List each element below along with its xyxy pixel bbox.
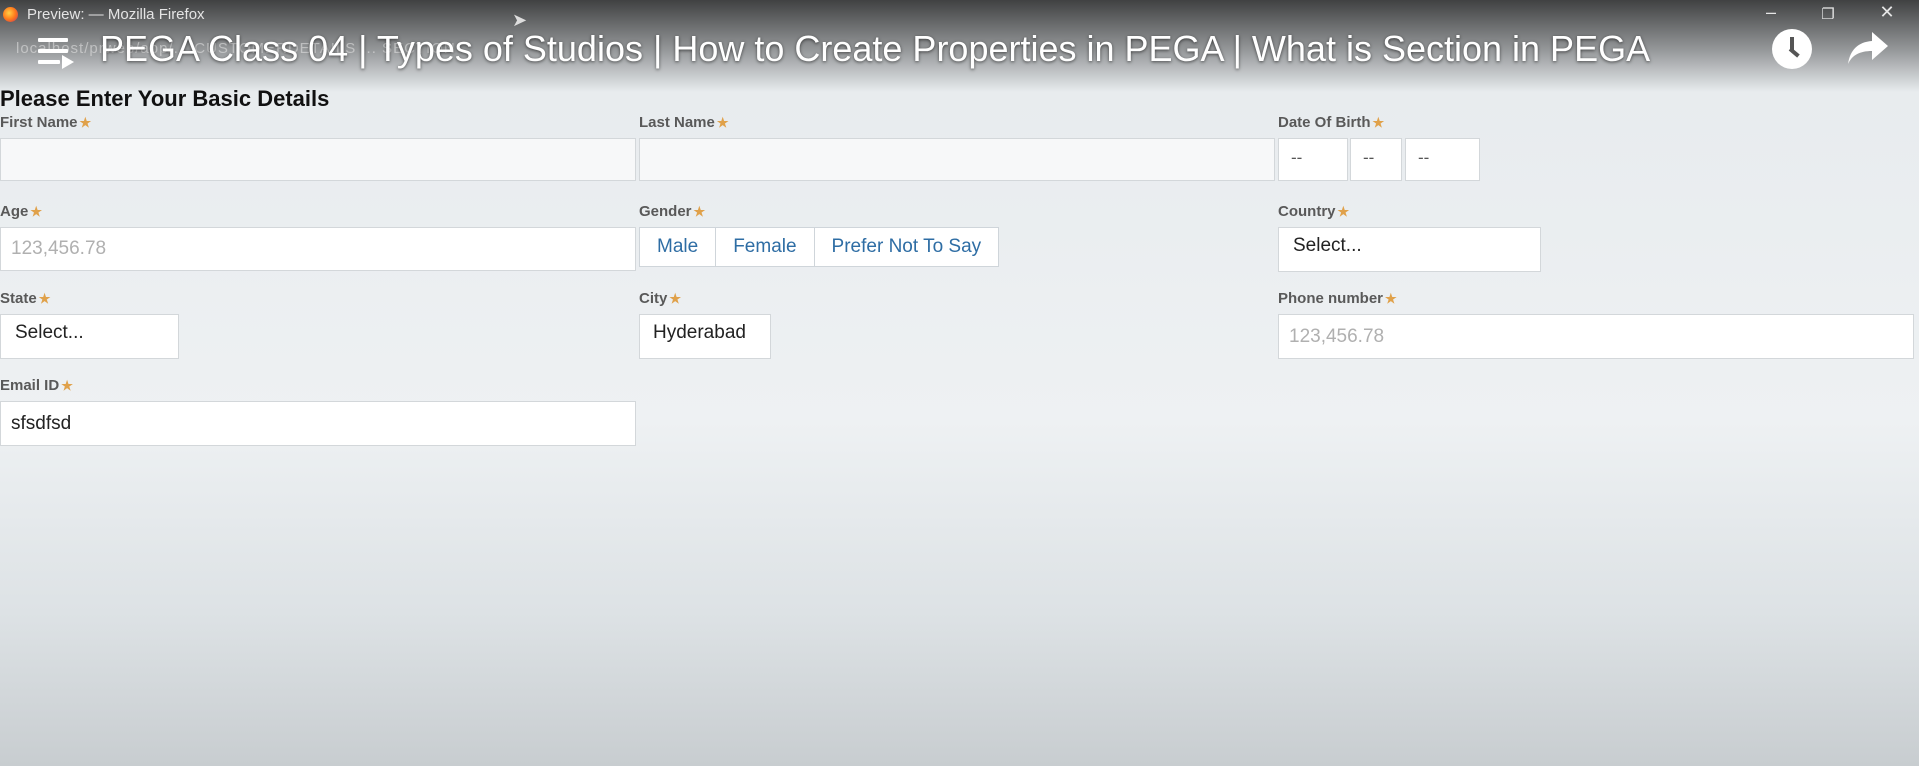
first-name-label: First Name ★ [0,114,92,131]
gender-radio-group: Male Female Prefer Not To Say [639,227,1000,267]
email-input[interactable]: sfsdfsd [0,401,636,446]
dob-day-select[interactable]: -- [1278,138,1348,181]
close-button[interactable]: ✕ [1872,2,1902,23]
state-select[interactable]: Select... [0,314,179,359]
required-star-icon: ★ [79,115,92,130]
dob-label: Date Of Birth ★ [1278,114,1385,131]
country-select[interactable]: Select... [1278,227,1541,272]
required-star-icon: ★ [1337,204,1350,219]
gender-option-female[interactable]: Female [716,228,815,266]
required-star-icon: ★ [669,291,681,306]
age-label: Age ★ [0,203,42,220]
firefox-logo-icon [3,7,18,22]
city-select[interactable]: Hyderabad [639,314,771,359]
gender-option-male[interactable]: Male [640,228,717,266]
required-star-icon: ★ [1372,115,1385,130]
required-star-icon: ★ [1385,291,1397,306]
phone-label: Phone number ★ [1278,290,1397,307]
form-heading: Please Enter Your Basic Details [0,86,330,111]
dob-year-select[interactable]: -- [1405,138,1480,181]
age-input[interactable]: 123,456.78 [0,227,636,271]
dob-month-select[interactable]: -- [1350,138,1402,181]
gender-label: Gender ★ [639,203,706,220]
window-title: Preview: — Mozilla Firefox [27,6,205,23]
city-label: City ★ [639,290,681,307]
gender-option-prefer-not-to-say[interactable]: Prefer Not To Say [815,228,999,266]
share-icon[interactable] [1846,28,1890,68]
required-star-icon: ★ [716,115,729,130]
required-star-icon: ★ [38,291,51,306]
state-label: State ★ [0,290,51,307]
watch-later-clock-icon[interactable] [1772,29,1812,69]
minimize-button[interactable]: – [1756,2,1786,23]
required-star-icon: ★ [30,204,42,219]
last-name-label: Last Name ★ [639,114,729,131]
email-label: Email ID ★ [0,377,73,394]
phone-input[interactable]: 123,456.78 [1278,314,1914,359]
first-name-input[interactable] [0,138,636,181]
playlist-menu-icon[interactable] [38,36,74,70]
restore-button[interactable]: ❐ [1813,5,1843,23]
window-title-bar: Preview: — Mozilla Firefox – ❐ ✕ [0,0,1919,28]
required-star-icon: ★ [693,204,706,219]
required-star-icon: ★ [61,378,73,393]
last-name-input[interactable] [639,138,1275,181]
country-label: Country ★ [1278,203,1350,220]
video-title[interactable]: PEGA Class 04 | Types of Studios | How t… [100,28,1650,70]
